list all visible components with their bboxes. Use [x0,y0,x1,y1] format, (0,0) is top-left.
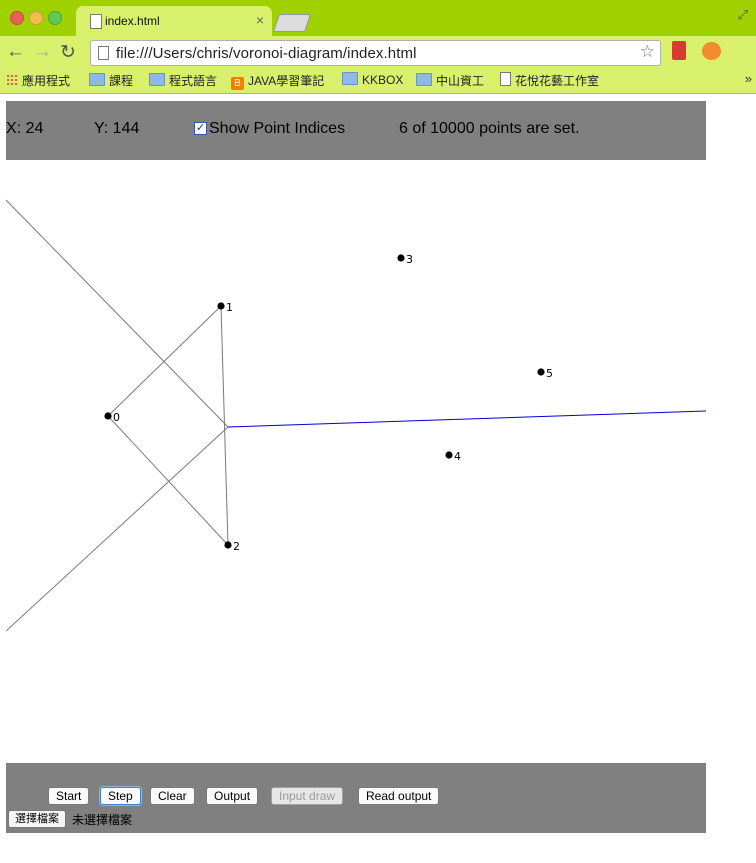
point-index-label: 0 [113,411,120,424]
y-coordinate-readout: Y: 144 [94,120,140,137]
window-maximize-icon[interactable] [48,11,62,25]
triangle-edge [107,305,222,417]
choose-file-button[interactable]: 選擇檔案 [8,810,66,828]
site-point[interactable] [104,412,112,420]
browser-toolbar: ← → ↻ file:///Users/chris/voronoi-diagra… [0,36,756,95]
site-point[interactable] [217,302,225,310]
forward-arrow-icon[interactable]: → [33,41,52,63]
read-output-button[interactable]: Read output [358,787,440,805]
show-indices-checkbox[interactable]: ✓ [194,122,207,135]
file-status: 未選擇檔案 [72,813,133,827]
info-bar: X: 24 Y: 144 ✓ Show Point Indices 6 of 1… [6,101,706,160]
point-index-label: 4 [454,450,461,463]
voronoi-canvas[interactable]: 0 1 2 3 4 5 [5,160,707,763]
voronoi-edge [5,426,229,632]
voronoi-edge [5,199,229,428]
address-bar[interactable]: file:///Users/chris/voronoi-diagram/inde… [90,40,661,66]
document-icon [90,14,102,29]
clear-button[interactable]: Clear [150,787,195,805]
folder-icon [342,72,358,85]
folder-icon [416,73,432,86]
browser-tab-bar: index.html × ⤢ [0,0,756,36]
tab-title: index.html [105,14,160,28]
show-indices-label: Show Point Indices [209,120,346,137]
bookmark-star-icon[interactable]: ☆ [640,42,655,62]
site-point[interactable] [445,451,453,459]
folder-icon [149,73,165,86]
point-index-label: 3 [406,253,413,266]
blogger-icon: B [231,77,244,90]
control-bar: Start Step Clear Output Input draw Read … [6,763,706,833]
url-text[interactable]: file:///Users/chris/voronoi-diagram/inde… [116,45,417,62]
active-voronoi-edge [227,410,707,428]
points-layer: 0 1 2 3 4 5 [104,253,553,553]
x-coordinate-readout: X: 24 [6,120,44,137]
reload-icon[interactable]: ↻ [60,41,76,64]
site-point[interactable] [397,254,405,262]
site-point[interactable] [537,368,545,376]
site-point[interactable] [224,541,232,549]
folder-icon [89,73,105,86]
point-index-label: 5 [546,367,553,380]
browser-tab[interactable]: index.html × [76,6,272,36]
bookmarks-bar: 應用程式 課程 程式語言 B JAVA學習筆記 KKBOX 中山資工 花悅花藝工作… [0,68,756,94]
points-status: 6 of 10000 points are set. [399,120,580,137]
triangle-edge [107,415,229,546]
start-button[interactable]: Start [48,787,90,805]
tab-close-icon[interactable]: × [256,12,264,28]
extension-book-icon[interactable] [672,41,686,60]
new-tab-button[interactable] [273,14,311,32]
point-index-label: 2 [233,540,240,553]
point-index-label: 1 [226,301,233,314]
step-button[interactable]: Step [100,787,141,805]
bookmarks-more-icon[interactable]: » [745,71,752,86]
bookmark-apps[interactable]: 應用程式 [6,72,70,89]
bookmark-nsysu-cse[interactable]: 中山資工 [416,72,484,89]
bookmark-courses[interactable]: 課程 [89,72,133,89]
bookmark-kkbox[interactable]: KKBOX [342,72,403,87]
document-icon [500,72,511,86]
back-arrow-icon[interactable]: ← [6,41,25,63]
window-minimize-icon[interactable] [29,11,43,25]
apps-icon [6,74,18,86]
fullscreen-icon[interactable]: ⤢ [738,7,748,23]
bookmark-java-notes[interactable]: B JAVA學習筆記 [231,72,324,90]
output-button[interactable]: Output [206,787,259,805]
voronoi-diagram[interactable]: 0 1 2 3 4 5 [5,160,707,763]
bookmark-flower-studio[interactable]: 花悅花藝工作室 [500,72,599,89]
extension-cookie-icon[interactable] [702,42,721,60]
window-close-icon[interactable] [10,11,24,25]
bookmark-programming[interactable]: 程式語言 [149,72,217,89]
document-icon [98,46,109,60]
input-draw-button[interactable]: Input draw [271,787,344,805]
